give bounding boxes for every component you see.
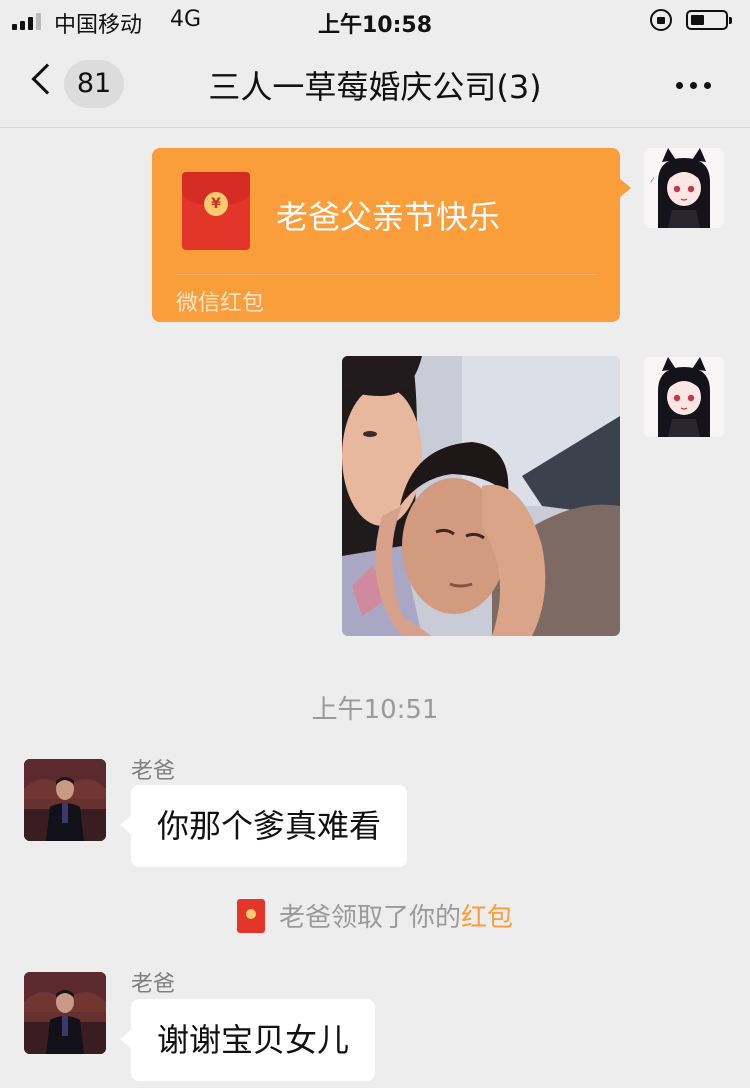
red-packet-text: 老爸父亲节快乐 xyxy=(276,198,501,236)
red-packet-message[interactable]: ¥ 老爸父亲节快乐 微信红包 xyxy=(152,148,631,322)
chat-header: 81 三人一草莓婚庆公司(3) xyxy=(0,42,750,128)
divider xyxy=(176,274,596,275)
more-button[interactable] xyxy=(672,66,720,102)
sender-name: 老爸 xyxy=(131,972,176,997)
red-envelope-icon: ¥ xyxy=(182,172,250,250)
status-time: 上午10:58 xyxy=(317,13,433,38)
red-packet-link[interactable]: 红包 xyxy=(461,903,513,933)
more-dots-icon xyxy=(676,82,683,89)
red-envelope-icon xyxy=(236,898,265,933)
self-avatar[interactable] xyxy=(644,357,724,437)
sender-name: 老爸 xyxy=(131,759,176,784)
message-bubble[interactable]: 谢谢宝贝女儿 xyxy=(119,999,376,1081)
self-avatar[interactable]: ~ xyxy=(644,148,724,228)
chat-title: 三人一草莓婚庆公司(3) xyxy=(208,68,542,106)
dad-avatar[interactable] xyxy=(24,972,106,1054)
notice-text: 老爸领取了你的 xyxy=(278,903,461,933)
photo-icon xyxy=(342,356,620,636)
rotation-lock-icon xyxy=(650,9,672,31)
system-notice: 老爸领取了你的红包 xyxy=(0,897,750,933)
photo-message[interactable] xyxy=(342,356,620,636)
status-bar: 中国移动 4G 上午10:58 xyxy=(0,0,750,42)
message-timestamp: 上午10:51 xyxy=(311,695,439,725)
battery-icon xyxy=(686,10,732,30)
dad-avatar[interactable] xyxy=(24,759,106,841)
red-packet-label: 微信红包 xyxy=(176,291,265,316)
message-bubble[interactable]: 你那个爹真难看 xyxy=(119,785,408,867)
